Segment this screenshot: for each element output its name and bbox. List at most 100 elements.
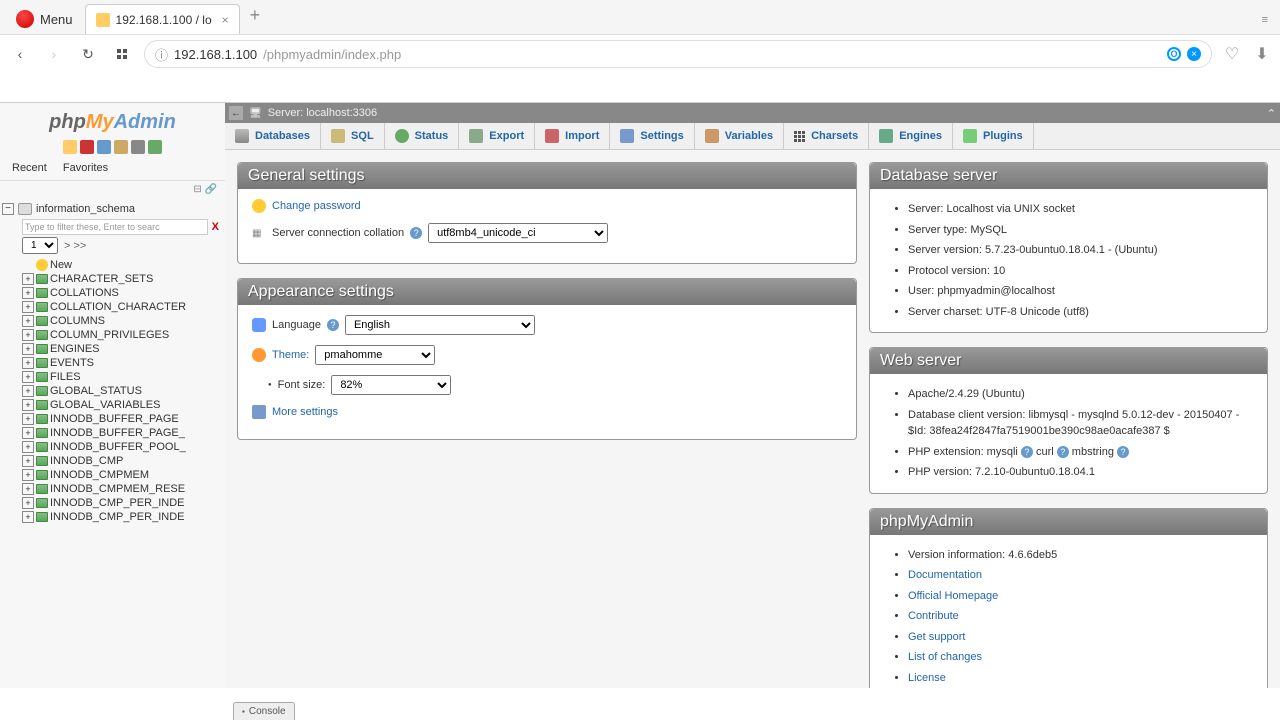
opera-menu-button[interactable]: Menu [6,4,83,34]
table-node[interactable]: + COLUMN_PRIVILEGES [2,328,223,342]
table-node[interactable]: + INNODB_BUFFER_PAGE_ [2,426,223,440]
expand-icon[interactable]: + [22,483,34,495]
expand-icon[interactable]: + [22,413,34,425]
help-icon[interactable]: ? [1117,446,1129,458]
expand-icon[interactable]: + [22,455,34,467]
pma-link[interactable]: Documentation [908,569,982,581]
theme-label[interactable]: Theme: [272,349,309,361]
engines-icon [879,129,893,143]
expand-icon[interactable]: + [22,273,34,285]
tab-charsets[interactable]: Charsets [784,123,869,149]
more-settings-link[interactable]: More settings [272,406,338,418]
refresh-icon[interactable] [148,140,162,154]
new-tab-button[interactable]: + [242,1,269,30]
download-icon[interactable]: ⬇ [1252,44,1272,64]
close-icon[interactable]: × [222,13,229,27]
tab-databases[interactable]: Databases [225,123,321,149]
badge-icon[interactable]: O [1167,47,1181,61]
expand-icon[interactable]: + [22,511,34,523]
help-icon[interactable]: ? [327,319,339,331]
page-settings-icon[interactable]: ⌃ [1267,107,1276,120]
table-node[interactable]: + INNODB_CMPMEM_RESE [2,482,223,496]
tab-variables[interactable]: Variables [695,123,784,149]
language-select[interactable]: English [345,315,535,335]
adblock-icon[interactable]: × [1187,47,1201,61]
console-toggle[interactable]: ▪ Console [233,702,295,720]
page-select[interactable]: 1 [22,237,58,254]
pma-link[interactable]: List of changes [908,651,982,663]
expand-icon[interactable]: + [22,497,34,509]
table-node[interactable]: + CHARACTER_SETS [2,272,223,286]
address-bar[interactable]: ⓘ 192.168.1.100/phpmyadmin/index.php O × [144,40,1212,68]
change-password-link[interactable]: Change password [272,200,361,212]
tab-status[interactable]: Status [385,123,460,149]
bookmark-icon[interactable]: ♡ [1222,44,1242,64]
expand-icon[interactable]: + [22,427,34,439]
db-node[interactable]: − information_schema [2,201,223,217]
expand-icon[interactable]: + [22,385,34,397]
expand-icon[interactable]: + [22,315,34,327]
nav-sql-icon[interactable] [114,140,128,154]
table-node[interactable]: + INNODB_CMP_PER_INDE [2,510,223,524]
table-filter-input[interactable] [22,219,208,235]
recent-tab[interactable]: Recent [8,160,51,176]
collapse-icon[interactable]: − [2,203,14,215]
table-node[interactable]: + FILES [2,370,223,384]
logout-icon[interactable] [80,140,94,154]
expand-icon[interactable]: + [22,357,34,369]
collapse-sidebar-button[interactable]: ← [229,106,243,120]
docs-icon[interactable] [97,140,111,154]
help-icon[interactable]: ? [1021,446,1033,458]
browser-tab[interactable]: 192.168.1.100 / lo × [85,4,240,34]
tab-plugins[interactable]: Plugins [953,123,1034,149]
collapse-all-icon[interactable]: ⊟ 🔗 [193,184,217,195]
new-table-link[interactable]: New [2,258,223,272]
site-info-icon[interactable]: ⓘ [155,45,168,64]
pma-link[interactable]: Get support [908,631,965,643]
favorites-tab[interactable]: Favorites [59,160,112,176]
table-node[interactable]: + INNODB_CMP_PER_INDE [2,496,223,510]
collation-select[interactable]: utf8mb4_unicode_ci [428,223,608,243]
tab-export[interactable]: Export [459,123,535,149]
theme-select[interactable]: pmahomme [315,345,435,365]
pma-link[interactable]: Official Homepage [908,590,998,602]
pager-next-button[interactable]: > >> [64,240,86,252]
table-node[interactable]: + COLLATION_CHARACTER [2,300,223,314]
table-node[interactable]: + INNODB_CMPMEM [2,468,223,482]
tab-engines[interactable]: Engines [869,123,953,149]
tab-settings[interactable]: Settings [610,123,694,149]
pma-link[interactable]: License [908,672,946,684]
gear-icon[interactable] [131,140,145,154]
expand-icon[interactable]: + [22,371,34,383]
expand-icon[interactable]: + [22,287,34,299]
table-node[interactable]: + COLLATIONS [2,286,223,300]
help-icon[interactable]: ? [410,227,422,239]
back-button[interactable]: ‹ [8,42,32,66]
expand-icon[interactable]: + [22,399,34,411]
table-node[interactable]: + ENGINES [2,342,223,356]
table-node[interactable]: + INNODB_BUFFER_POOL_ [2,440,223,454]
table-node[interactable]: + GLOBAL_STATUS [2,384,223,398]
table-icon [36,302,48,312]
expand-icon[interactable]: + [22,343,34,355]
help-icon[interactable]: ? [1057,446,1069,458]
table-node[interactable]: + COLUMNS [2,314,223,328]
tabbar-menu-icon[interactable]: ≡ [1250,6,1280,34]
expand-icon[interactable]: + [22,301,34,313]
reload-button[interactable]: ↻ [76,42,100,66]
tab-import[interactable]: Import [535,123,610,149]
table-node[interactable]: + INNODB_CMP [2,454,223,468]
table-node[interactable]: + EVENTS [2,356,223,370]
pma-link[interactable]: Contribute [908,610,959,622]
expand-icon[interactable]: + [22,329,34,341]
home-icon[interactable] [63,140,77,154]
table-node[interactable]: + INNODB_BUFFER_PAGE [2,412,223,426]
fontsize-select[interactable]: 82% [331,375,451,395]
speed-dial-button[interactable] [110,42,134,66]
tab-sql[interactable]: SQL [321,123,385,149]
expand-icon[interactable]: + [22,441,34,453]
expand-icon[interactable]: + [22,469,34,481]
clear-filter-icon[interactable]: X [208,221,223,233]
table-node[interactable]: + GLOBAL_VARIABLES [2,398,223,412]
server-breadcrumb[interactable]: Server: localhost:3306 [268,107,377,119]
